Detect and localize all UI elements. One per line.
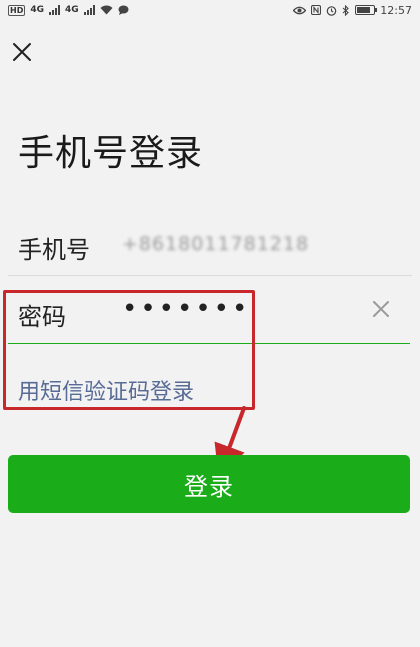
- network-label-2: 4G: [65, 5, 79, 15]
- phone-label: 手机号: [18, 236, 90, 264]
- status-left: HD 4G 4G: [8, 4, 129, 16]
- close-button[interactable]: [8, 38, 36, 66]
- battery-icon: [355, 5, 378, 15]
- nfc-icon: [311, 5, 322, 15]
- status-time: 12:57: [380, 3, 412, 17]
- clear-password-button[interactable]: [370, 298, 392, 320]
- password-label: 密码: [18, 303, 66, 331]
- alarm-icon: [326, 5, 337, 16]
- password-row: 密码 •••••••: [8, 292, 410, 344]
- sms-login-link[interactable]: 用短信验证码登录: [18, 374, 194, 406]
- page-title: 手机号登录: [18, 133, 204, 174]
- bluetooth-icon: [342, 4, 350, 16]
- wifi-icon: [100, 5, 113, 15]
- login-button[interactable]: 登录: [8, 455, 410, 513]
- password-input[interactable]: •••••••: [122, 294, 250, 324]
- chat-bubble-icon: [118, 5, 129, 15]
- signal-icon-2: [83, 5, 95, 15]
- signal-icon: [49, 5, 60, 15]
- close-icon: [13, 43, 31, 61]
- status-bar: HD 4G 4G 12:57: [0, 0, 420, 20]
- eye-icon: [293, 6, 307, 14]
- phone-row: 手机号 +8618011781218: [8, 218, 412, 276]
- phone-input[interactable]: +8618011781218: [122, 233, 309, 255]
- clear-icon: [373, 301, 389, 317]
- hd-badge: HD: [8, 4, 26, 16]
- status-right: 12:57: [293, 4, 412, 17]
- network-label-1: 4G: [30, 5, 44, 15]
